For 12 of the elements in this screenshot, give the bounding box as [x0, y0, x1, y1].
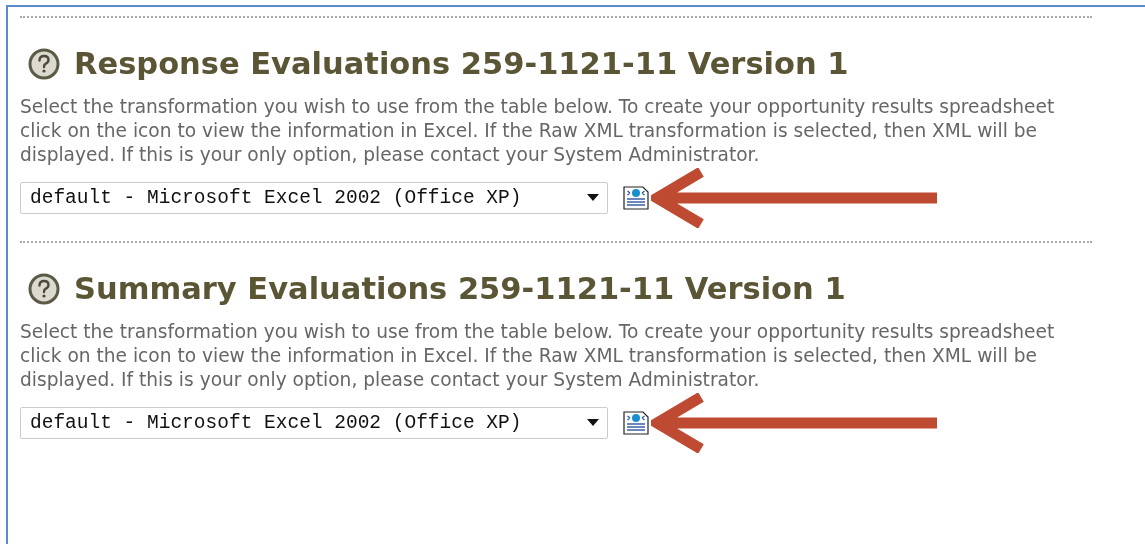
xml-document-icon[interactable]: [623, 186, 649, 210]
help-icon[interactable]: [28, 47, 60, 80]
help-icon[interactable]: [28, 272, 60, 305]
transformation-dropdown[interactable]: default - Microsoft Excel 2002 (Office XP): [20, 182, 608, 214]
description: Select the transformation you wish to use from the table below. To create your opportunity results spreadsheet click on the icon to view the information in Excel. If the Raw XML transformation is selected, then XML will be displayed. If this is your only option, please contact your System Administrator.: [20, 320, 1056, 392]
description: Select the transformation you wish to use from the table below. To create your opportunity results spreadsheet click on the icon to view the information in Excel. If the Raw XML transformation is selected, then XML will be displayed. If this is your only option, please contact your System Administrator.: [20, 95, 1056, 167]
caret-icon: [587, 194, 599, 202]
transformation-dropdown[interactable]: default - Microsoft Excel 2002 (Office XP): [20, 407, 608, 439]
section-title: Response Evaluations 259-1121-11 Version 1: [74, 46, 849, 81]
section-title: Summary Evaluations 259-1121-11 Version 1: [74, 271, 846, 306]
caret-icon: [587, 419, 599, 427]
xml-document-icon[interactable]: [623, 411, 649, 435]
